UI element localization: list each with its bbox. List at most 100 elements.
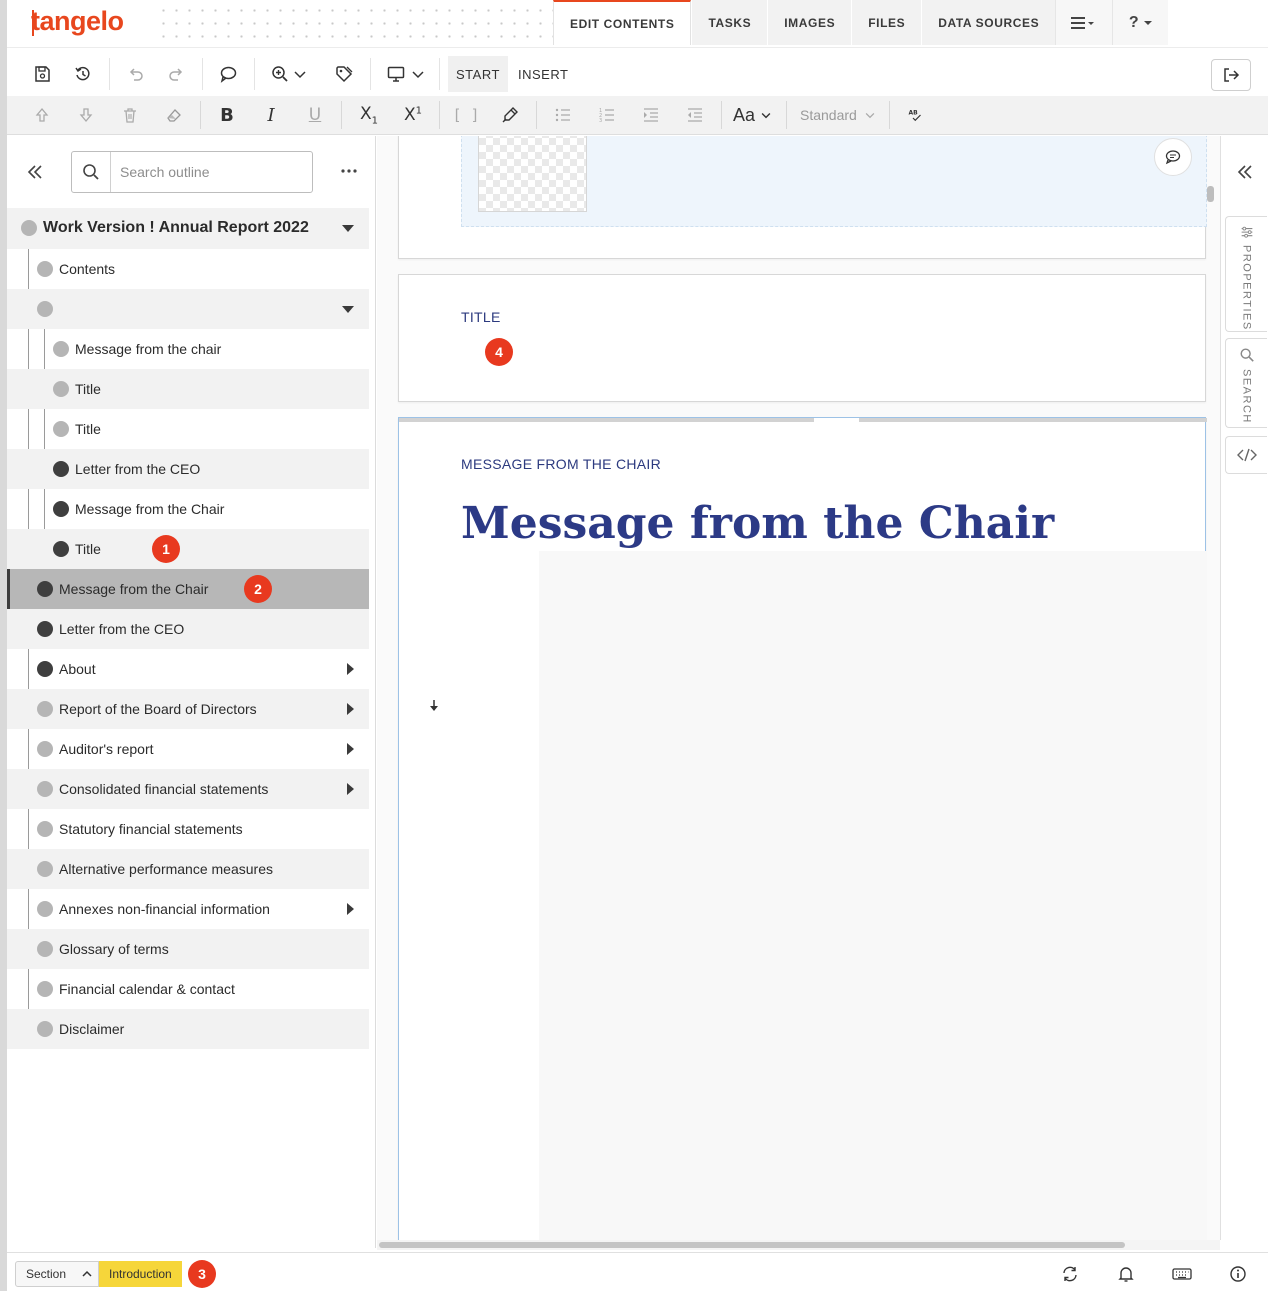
highlighter-icon[interactable] <box>495 101 525 129</box>
tab-tasks[interactable]: TASKS <box>691 0 768 45</box>
trash-icon[interactable] <box>115 101 145 129</box>
body-area[interactable] <box>539 551 1207 1240</box>
add-comment-icon[interactable] <box>1154 138 1192 176</box>
introduction-breadcrumb[interactable]: Introduction <box>99 1261 182 1287</box>
outline-item[interactable]: Consolidated financial statements <box>7 769 369 809</box>
image-block[interactable] <box>398 136 1207 259</box>
tab-data-sources[interactable]: DATA SOURCES <box>921 0 1056 45</box>
outline-item[interactable]: Disclaimer <box>7 1009 369 1049</box>
history-icon[interactable] <box>68 60 98 88</box>
exit-editor-button[interactable] <box>1211 59 1251 91</box>
zoom-chevron-down-icon[interactable] <box>290 60 310 88</box>
outline-item[interactable]: Annexes non-financial information <box>7 889 369 929</box>
callout-badge-3: 3 <box>188 1260 216 1288</box>
outline-item[interactable]: Letter from the CEO <box>7 609 369 649</box>
caret-right-icon[interactable] <box>347 703 354 715</box>
section-breadcrumb[interactable]: Section <box>15 1261 78 1287</box>
hamburger-menu-icon[interactable] <box>1055 0 1113 45</box>
vertical-scrollbar[interactable] <box>1207 186 1214 202</box>
outline-item[interactable]: Title <box>7 409 369 449</box>
message-chair-heading[interactable]: Message from the Chair <box>461 498 1054 549</box>
keyboard-icon[interactable] <box>1171 1263 1193 1285</box>
subscript-icon[interactable]: X1 <box>354 101 384 129</box>
comment-icon[interactable] <box>213 60 243 88</box>
chevron-down-icon <box>1143 20 1152 25</box>
underline-icon[interactable]: U <box>300 101 330 129</box>
info-icon[interactable] <box>1227 1263 1249 1285</box>
device-preview-icon[interactable] <box>381 60 411 88</box>
caret-down-icon[interactable] <box>342 306 354 313</box>
horizontal-scrollbar-thumb[interactable] <box>379 1242 1125 1248</box>
properties-tab[interactable]: PROPERTIES <box>1225 216 1267 332</box>
outdent-icon[interactable] <box>680 101 710 129</box>
title-block[interactable]: TITLE 4 <box>398 274 1206 402</box>
outline-item-label: Alternative performance measures <box>59 861 273 877</box>
expand-panel-icon[interactable] <box>1233 160 1257 184</box>
status-dot <box>37 301 53 317</box>
tab-files[interactable]: FILES <box>851 0 922 45</box>
save-icon[interactable] <box>27 60 57 88</box>
outline-item[interactable] <box>7 289 369 329</box>
caret-right-icon[interactable] <box>347 903 354 915</box>
message-chair-block[interactable]: MESSAGE FROM THE CHAIR Message from the … <box>398 417 1207 1240</box>
tab-images[interactable]: IMAGES <box>767 0 852 45</box>
outline-item[interactable]: Report of the Board of Directors <box>7 689 369 729</box>
caret-right-icon[interactable] <box>347 663 354 675</box>
italic-icon[interactable]: I <box>256 101 286 129</box>
editor-canvas: TITLE 4 MESSAGE FROM THE CHAIR Message f… <box>377 136 1220 1240</box>
search-outline-input[interactable] <box>120 162 300 182</box>
sliders-icon <box>1241 226 1252 238</box>
redo-icon[interactable] <box>161 60 191 88</box>
bell-icon[interactable] <box>1115 1263 1137 1285</box>
outline-item-label: Contents <box>59 261 116 277</box>
outline-item[interactable]: Message from the chair <box>7 329 369 369</box>
mode-tab-start[interactable]: START <box>448 56 508 92</box>
outline-item[interactable]: Letter from the CEO <box>7 449 369 489</box>
image-placeholder[interactable] <box>478 136 587 212</box>
move-up-icon[interactable] <box>27 101 57 129</box>
outline-item[interactable]: Title 1 <box>7 529 369 569</box>
outline-item[interactable]: Financial calendar & contact <box>7 969 369 1009</box>
outline-item[interactable]: Title <box>7 369 369 409</box>
outline-item[interactable]: Glossary of terms <box>7 929 369 969</box>
bullet-list-icon[interactable] <box>548 101 578 129</box>
image-drop-area[interactable] <box>461 136 1207 227</box>
undo-icon[interactable] <box>121 60 151 88</box>
paragraph-style-select[interactable]: Standard <box>792 101 884 129</box>
collapse-sidebar-icon[interactable] <box>23 160 47 184</box>
outline-item[interactable]: Auditor's report <box>7 729 369 769</box>
caret-right-icon[interactable] <box>347 743 354 755</box>
numbered-list-icon[interactable]: 123 <box>592 101 622 129</box>
more-options-icon[interactable] <box>337 161 361 181</box>
tab-edit-contents[interactable]: EDIT CONTENTS <box>553 0 692 45</box>
device-chevron-down-icon[interactable] <box>408 60 428 88</box>
spellcheck-icon[interactable]: AB <box>901 101 931 129</box>
move-down-icon[interactable] <box>71 101 101 129</box>
indent-icon[interactable] <box>636 101 666 129</box>
search-tab[interactable]: SEARCH <box>1225 338 1267 428</box>
help-menu[interactable]: ? <box>1112 0 1169 45</box>
superscript-icon[interactable]: X1 <box>398 101 428 129</box>
caret-down-icon[interactable] <box>342 225 354 232</box>
mode-tab-insert[interactable]: INSERT <box>510 56 576 92</box>
outline-item[interactable]: Message from the Chair 2 <box>7 569 369 609</box>
font-style-button[interactable]: Aa <box>727 101 779 129</box>
code-tab[interactable] <box>1225 436 1267 474</box>
refresh-icon[interactable] <box>1059 1263 1081 1285</box>
arrow-down-icon[interactable] <box>426 698 442 714</box>
tag-icon[interactable] <box>329 60 359 88</box>
chevron-up-icon[interactable] <box>75 1261 99 1287</box>
caret-right-icon[interactable] <box>347 783 354 795</box>
outline-item[interactable]: Statutory financial statements <box>7 809 369 849</box>
search-label: SEARCH <box>1240 369 1253 424</box>
outline-item[interactable]: Message from the Chair <box>7 489 369 529</box>
eraser-icon[interactable] <box>159 101 189 129</box>
outline-item[interactable]: Contents <box>7 249 369 289</box>
outline-root-item[interactable]: Work Version ! Annual Report 2022 <box>7 208 369 249</box>
search-icon[interactable] <box>72 152 111 192</box>
horizontal-scrollbar[interactable] <box>377 1240 1220 1250</box>
outline-item[interactable]: Alternative performance measures <box>7 849 369 889</box>
bold-icon[interactable]: B <box>212 101 242 129</box>
outline-item[interactable]: About <box>7 649 369 689</box>
brackets-icon[interactable]: [ ] <box>451 101 481 129</box>
